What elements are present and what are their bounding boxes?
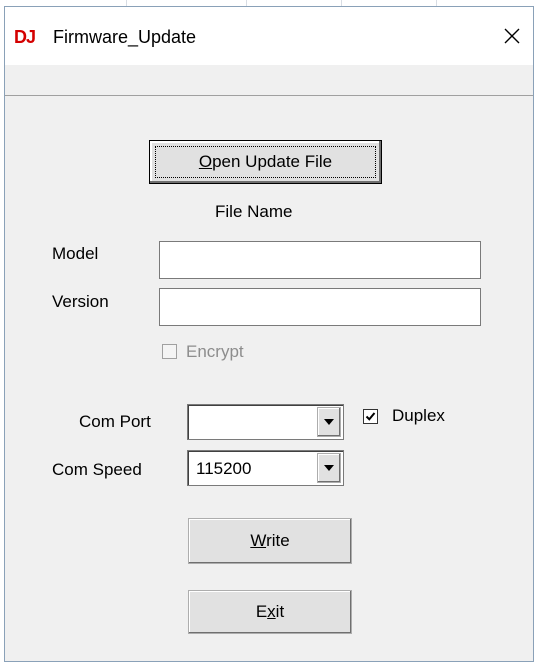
com-speed-label: Com Speed (52, 460, 142, 479)
focus-rectangle (155, 146, 376, 178)
model-label: Model (52, 244, 99, 263)
close-icon (504, 28, 520, 44)
com-speed-dropdown-button[interactable] (317, 453, 341, 483)
write-button[interactable]: Write (188, 518, 352, 564)
model-input[interactable] (159, 241, 481, 279)
com-port-select[interactable] (187, 404, 344, 440)
open-update-file-button[interactable]: Open Update File (149, 140, 382, 184)
firmware-update-dialog: DJ Firmware_Update Open Update File File… (4, 6, 534, 662)
encrypt-checkbox[interactable] (162, 344, 177, 359)
duplex-label: Duplex (392, 406, 445, 425)
com-port-dropdown-button[interactable] (317, 407, 341, 437)
exit-button[interactable]: Exit (188, 590, 352, 634)
write-label: Write (250, 531, 290, 550)
com-port-label: Com Port (79, 412, 151, 431)
window-title: Firmware_Update (53, 27, 197, 47)
chevron-down-icon (324, 465, 334, 471)
duplex-checkbox[interactable] (363, 409, 378, 424)
exit-label: Exit (255, 602, 285, 621)
close-button[interactable] (495, 21, 529, 51)
chevron-down-icon (324, 419, 334, 425)
version-label: Version (52, 292, 109, 311)
com-speed-select[interactable]: 115200 (187, 450, 344, 486)
dialog-client-area: Open Update File File Name Model Version… (5, 95, 533, 661)
app-logo: DJ (14, 27, 36, 47)
version-input[interactable] (159, 288, 481, 326)
com-speed-value: 115200 (196, 459, 252, 478)
file-name-label: File Name (215, 202, 293, 221)
title-bar[interactable]: DJ Firmware_Update (5, 7, 533, 65)
check-icon (365, 412, 376, 421)
encrypt-label: Encrypt (186, 342, 244, 361)
